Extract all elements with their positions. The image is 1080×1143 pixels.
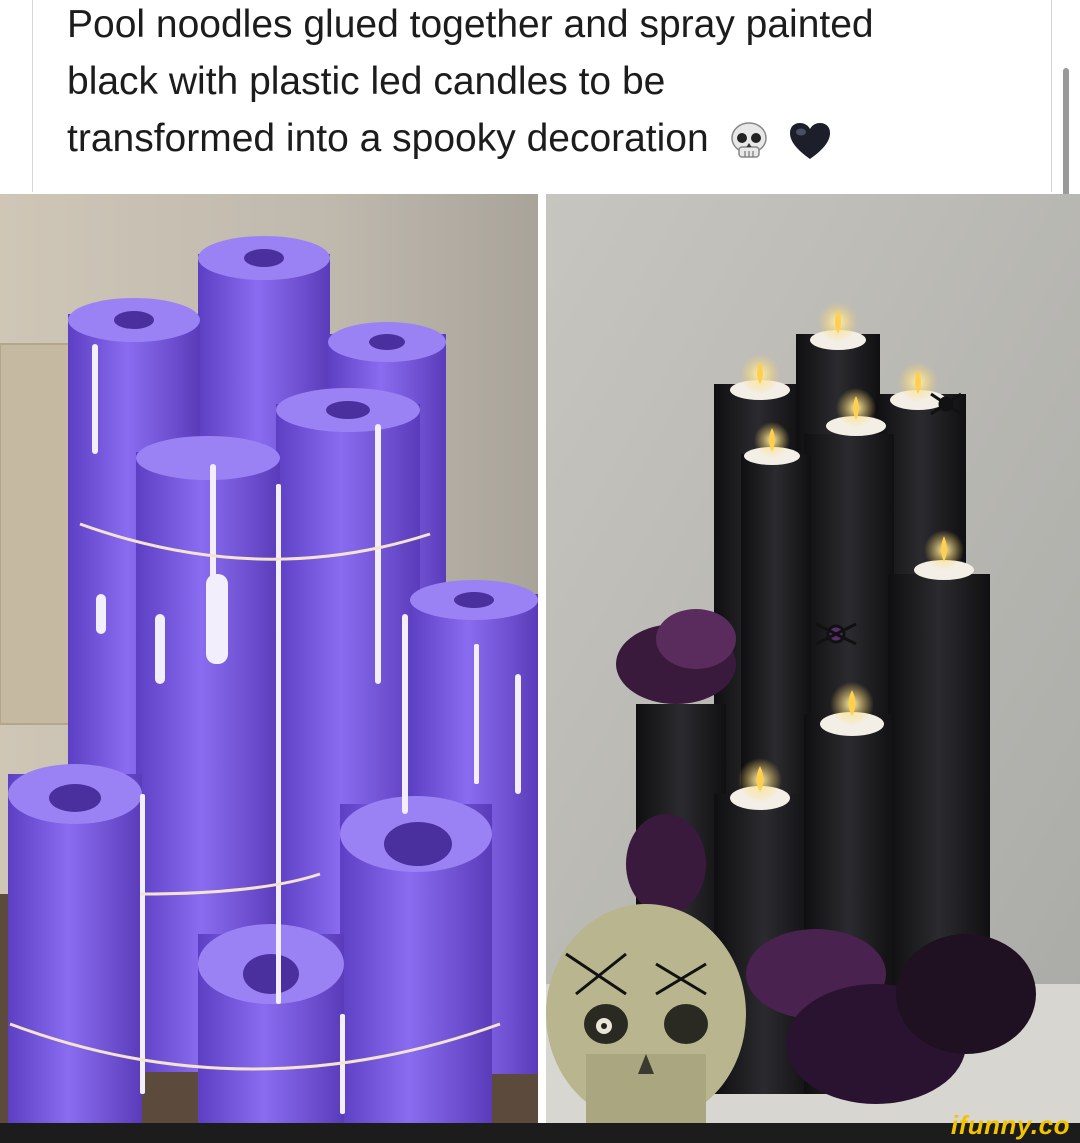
- photo-purple-noodles: [0, 194, 538, 1123]
- caption-line-2: black with plastic led candles to be: [67, 60, 666, 103]
- post-card: Pool noodles glued together and spray pa…: [0, 0, 1080, 1123]
- photo-black-candles: [546, 194, 1080, 1123]
- photo-divider: [538, 194, 546, 1123]
- ifunny-watermark: ifunny.co: [950, 1110, 1070, 1140]
- post-caption: Pool noodles glued together and spray pa…: [67, 0, 1027, 167]
- caption-area: Pool noodles glued together and spray pa…: [32, 0, 1052, 192]
- skull-decoration: [546, 904, 746, 1123]
- caption-line-1: Pool noodles glued together and spray pa…: [67, 3, 874, 46]
- purple-noodles-illustration: [0, 194, 538, 1123]
- black-heart-emoji-icon: [788, 121, 832, 161]
- black-candles-illustration: [546, 194, 1080, 1123]
- skull-emoji-icon: [728, 121, 770, 161]
- footer-bar: [0, 1123, 1080, 1143]
- caption-line-3: transformed into a spooky decoration: [67, 117, 709, 160]
